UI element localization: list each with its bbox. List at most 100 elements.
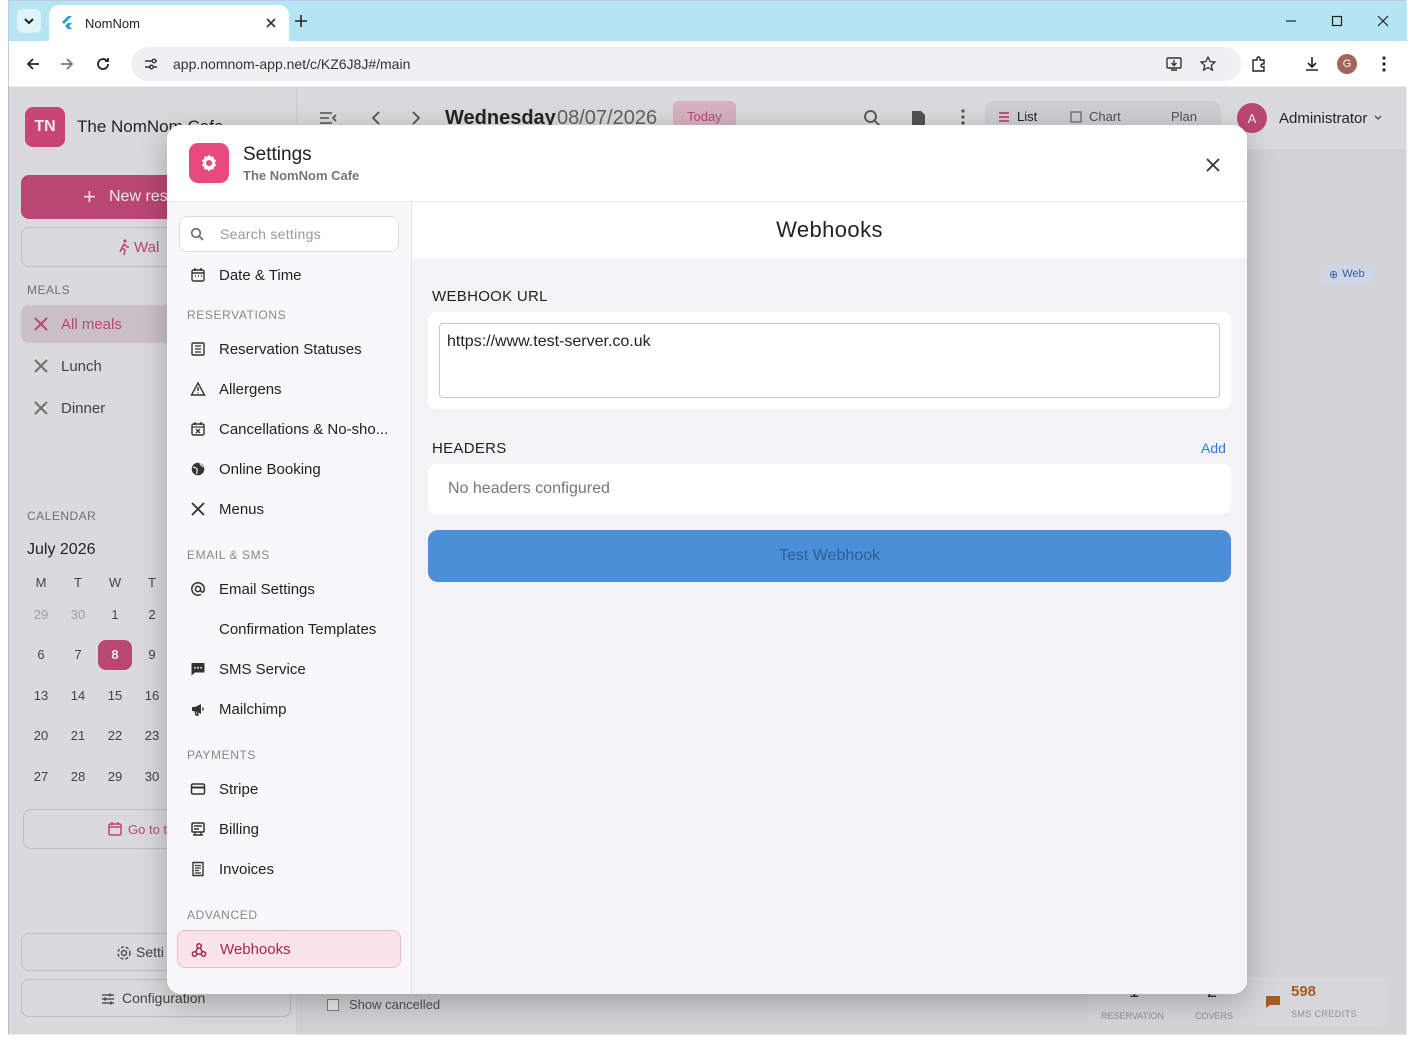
nav-item-billing[interactable]: Billing	[177, 810, 401, 848]
nav-item-reservation-statuses[interactable]: Reservation Statuses	[177, 330, 401, 368]
reload-button[interactable]	[89, 50, 117, 78]
globe-icon	[190, 461, 206, 477]
nav-item-mailchimp[interactable]: Mailchimp	[177, 690, 401, 728]
tab-search-button[interactable]	[17, 9, 41, 33]
settings-gear-icon	[189, 143, 229, 183]
headers-card: No headers configured	[428, 464, 1231, 514]
headers-empty-text: No headers configured	[448, 480, 610, 497]
address-bar[interactable]: app.nomnom-app.net/c/KZ6J8J#/main	[131, 47, 1241, 81]
nav-item-confirmation-templates[interactable]: Confirmation Templates	[177, 610, 401, 648]
nav-item-label: Cancellations & No-sho...	[219, 420, 389, 438]
nav-item-label: Date & Time	[219, 266, 302, 284]
nav-section-heading: EMAIL & SMS	[187, 548, 270, 562]
minimize-button[interactable]	[1279, 9, 1303, 33]
nav-item-allergens[interactable]: Allergens	[177, 370, 401, 408]
profile-avatar[interactable]: G	[1337, 54, 1357, 74]
nav-item-label: SMS Service	[219, 660, 306, 678]
headers-label: HEADERS	[432, 440, 507, 457]
nav-item-label: Confirmation Templates	[219, 620, 377, 638]
webhook-url-card: https://www.test-server.co.uk	[428, 312, 1231, 409]
nav-item-sms-service[interactable]: SMS Service	[177, 650, 401, 688]
back-button[interactable]	[19, 50, 47, 78]
nav-section-heading: RESERVATIONS	[187, 308, 287, 322]
megaphone-icon	[190, 701, 206, 717]
kebab-icon	[1382, 56, 1386, 72]
url-text: app.nomnom-app.net/c/KZ6J8J#/main	[173, 56, 411, 72]
nav-item-online-booking[interactable]: Online Booking	[177, 450, 401, 488]
browser-menu-button[interactable]	[1370, 50, 1398, 78]
downloads-button[interactable]	[1298, 50, 1326, 78]
nav-section-heading: ADVANCED	[187, 908, 258, 922]
nav-item-invoices[interactable]: Invoices	[177, 850, 401, 888]
download-icon	[1306, 57, 1318, 71]
search-placeholder: Search settings	[220, 226, 321, 242]
minimize-icon	[1286, 20, 1296, 22]
nav-item-stripe[interactable]: Stripe	[177, 770, 401, 808]
webhook-url-value: https://www.test-server.co.uk	[447, 333, 651, 350]
webhooks-panel: Webhooks WEBHOOK URL https://www.test-se…	[412, 202, 1247, 994]
webhook-url-label: WEBHOOK URL	[432, 288, 548, 305]
site-info-icon[interactable]	[139, 52, 163, 76]
nav-item-email-settings[interactable]: Email Settings	[177, 570, 401, 608]
forward-button[interactable]	[53, 50, 81, 78]
plus-icon	[295, 15, 307, 27]
nav-item-label: Invoices	[219, 860, 275, 878]
install-app-icon[interactable]	[1165, 55, 1183, 73]
settings-header: Settings The NomNom Cafe	[167, 125, 1247, 202]
close-window-button[interactable]	[1371, 9, 1395, 33]
panel-title: Webhooks	[412, 202, 1247, 258]
chevron-down-icon	[24, 18, 34, 25]
tab-title: NomNom	[85, 15, 140, 31]
arrow-right-icon	[61, 58, 74, 70]
arrow-left-icon	[26, 58, 39, 70]
warning-icon	[190, 381, 206, 397]
nav-item-label: Stripe	[219, 780, 259, 798]
nav-item-label: Email Settings	[219, 580, 315, 598]
nav-item-date-time[interactable]: Date & Time	[177, 256, 401, 294]
browser-tab[interactable]: NomNom	[49, 5, 289, 41]
chat-icon	[190, 661, 206, 677]
list-icon	[190, 341, 206, 357]
browser-toolbar: app.nomnom-app.net/c/KZ6J8J#/main G	[9, 41, 1407, 87]
nav-item-label: Allergens	[219, 380, 282, 398]
at-icon	[190, 581, 206, 597]
card-icon	[190, 781, 206, 797]
nav-item-label: Reservation Statuses	[219, 340, 362, 358]
close-dialog-button[interactable]	[1199, 151, 1227, 179]
star-icon[interactable]	[1199, 55, 1217, 73]
settings-nav: Search settings Date & Time RESERVATIONS R…	[167, 202, 412, 994]
invoice-icon	[190, 861, 206, 877]
nav-item-menus[interactable]: Menus	[177, 490, 401, 528]
cutlery-icon	[190, 501, 206, 517]
nav-item-label: Billing	[219, 820, 260, 838]
flutter-icon	[62, 16, 72, 29]
search-icon	[190, 227, 204, 241]
puzzle-icon	[1252, 56, 1265, 72]
nav-item-webhooks[interactable]: Webhooks	[177, 930, 401, 968]
settings-subtitle: The NomNom Cafe	[243, 168, 360, 183]
close-tab-icon[interactable]	[261, 13, 281, 33]
webhook-icon	[191, 942, 207, 958]
calendar-icon	[190, 267, 206, 283]
nav-item-label: Webhooks	[220, 940, 291, 958]
settings-search-input[interactable]: Search settings	[179, 216, 399, 252]
nav-item-label: Menus	[219, 500, 265, 518]
settings-dialog: Settings The NomNom Cafe Search settings…	[167, 125, 1247, 994]
add-header-button[interactable]: Add	[1201, 440, 1226, 456]
nav-item-label: Mailchimp	[219, 700, 287, 718]
test-webhook-button[interactable]: Test Webhook	[428, 530, 1231, 582]
tab-strip: NomNom	[9, 1, 1407, 41]
close-icon	[1206, 158, 1220, 172]
nav-item-cancellations-no-sho[interactable]: Cancellations & No-sho...	[177, 410, 401, 448]
maximize-icon	[1331, 15, 1343, 27]
reload-icon	[97, 58, 109, 70]
new-tab-button[interactable]	[291, 11, 311, 31]
extensions-button[interactable]	[1245, 50, 1273, 78]
billing-icon	[190, 821, 206, 837]
close-icon	[1377, 15, 1389, 27]
settings-title: Settings	[243, 144, 312, 165]
calendar-x-icon	[190, 421, 206, 437]
webhook-url-input[interactable]: https://www.test-server.co.uk	[439, 323, 1220, 398]
nav-section-heading: PAYMENTS	[187, 748, 257, 762]
maximize-button[interactable]	[1325, 9, 1349, 33]
